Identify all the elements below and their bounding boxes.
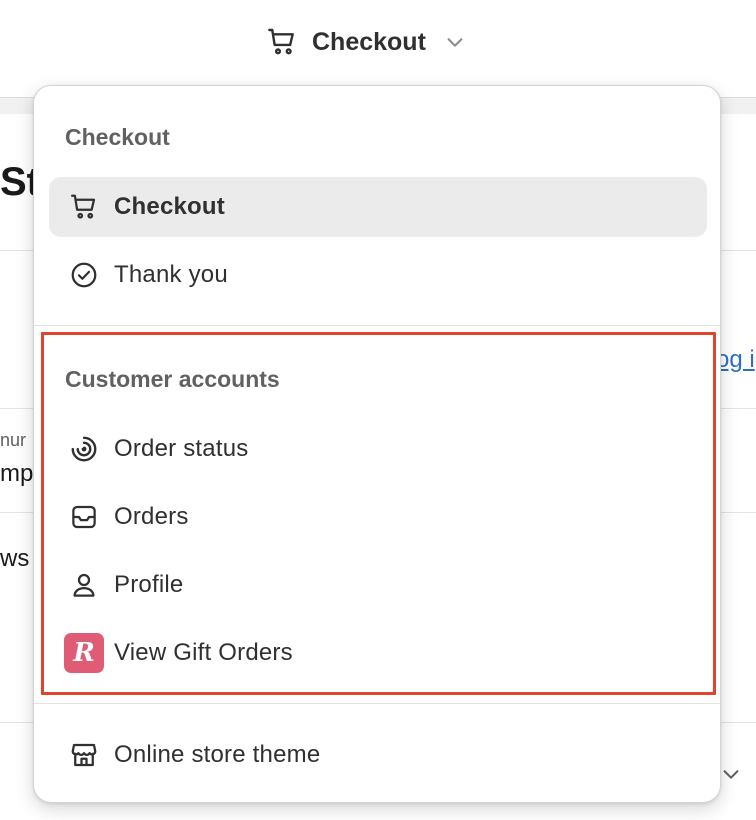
- menu-item-profile[interactable]: Profile: [49, 555, 707, 615]
- section-heading-checkout: Checkout: [65, 124, 170, 150]
- menu-item-orders[interactable]: Orders: [49, 487, 707, 547]
- inbox-icon: [68, 501, 100, 533]
- check-circle-icon: [68, 259, 100, 291]
- store-icon: [68, 739, 100, 771]
- page-selector-button[interactable]: Checkout: [266, 22, 466, 62]
- cart-icon: [68, 191, 100, 223]
- section-heading-customer-accounts: Customer accounts: [65, 366, 280, 392]
- menu-item-label: Online store theme: [114, 741, 321, 768]
- background-text: ws: [0, 545, 30, 572]
- cart-icon: [266, 26, 298, 58]
- background-field-label: nur: [0, 430, 27, 450]
- page-selector-menu: Checkout Checkout Thank you Customer acc…: [33, 85, 721, 803]
- background-field-value: mp: [0, 460, 34, 487]
- app-r-icon: R: [64, 633, 104, 673]
- menu-item-label: View Gift Orders: [114, 639, 293, 666]
- menu-item-online-store-theme[interactable]: Online store theme: [49, 725, 707, 785]
- menu-item-order-status[interactable]: Order status: [49, 419, 707, 479]
- menu-item-label: Orders: [114, 503, 189, 530]
- chevron-down-icon: [444, 31, 466, 53]
- background-link[interactable]: og i: [716, 346, 755, 374]
- menu-item-checkout[interactable]: Checkout: [49, 177, 707, 237]
- chevron-down-icon[interactable]: [720, 763, 742, 790]
- menu-divider: [34, 703, 720, 704]
- order-status-icon: [68, 433, 100, 465]
- menu-item-label: Profile: [114, 571, 184, 598]
- page-selector-label: Checkout: [312, 27, 426, 56]
- menu-item-view-gift-orders[interactable]: R View Gift Orders: [49, 623, 707, 683]
- top-bar: Checkout: [0, 0, 756, 98]
- person-icon: [68, 569, 100, 601]
- menu-divider: [34, 325, 720, 326]
- menu-item-label: Order status: [114, 435, 249, 462]
- menu-item-label: Thank you: [114, 261, 228, 288]
- menu-item-label: Checkout: [114, 193, 225, 220]
- menu-item-thank-you[interactable]: Thank you: [49, 245, 707, 305]
